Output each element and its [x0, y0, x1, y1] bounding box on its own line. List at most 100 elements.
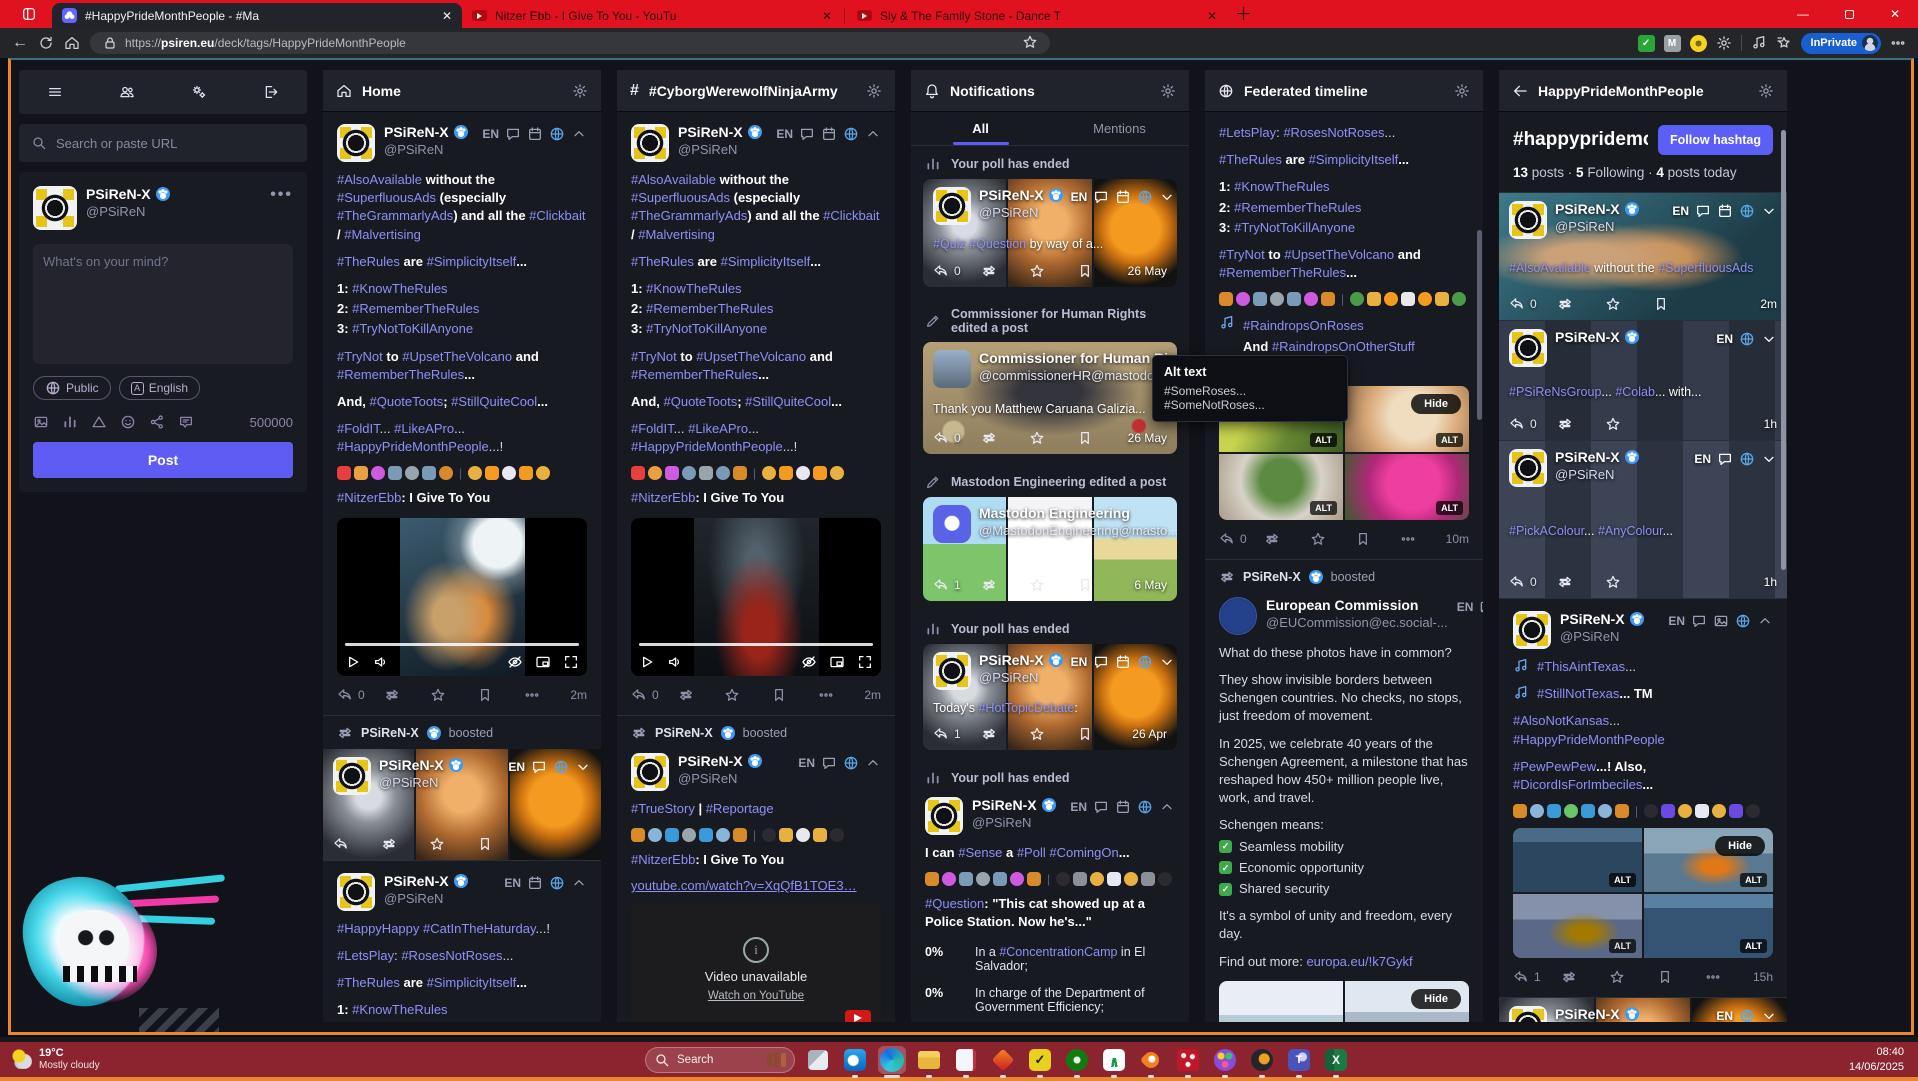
timestamp[interactable]: 2m: [570, 688, 587, 702]
avatar[interactable]: [631, 124, 669, 162]
menu-icon[interactable]: [47, 84, 63, 100]
collections-icon[interactable]: [1776, 35, 1792, 51]
column-scrollbar[interactable]: [1781, 130, 1786, 570]
emoji-picker-icon[interactable]: [120, 414, 136, 430]
post[interactable]: PSiReN-X @PSiReN EN #ThisAintTexas... #S…: [1499, 599, 1787, 999]
alt-badge[interactable]: ALT: [1436, 500, 1463, 515]
hide-media-button[interactable]: Hide: [1411, 988, 1461, 1009]
edge-icon[interactable]: [878, 1045, 906, 1078]
more-button[interactable]: [1705, 969, 1753, 985]
youtube-embed-card[interactable]: i Video unavailable Watch on YouTube: [631, 903, 881, 1022]
more-button[interactable]: [524, 687, 571, 703]
minimize-button[interactable]: —: [1780, 0, 1826, 28]
search-input[interactable]: [56, 135, 295, 151]
paint-app-icon[interactable]: [1211, 1046, 1239, 1078]
start-button[interactable]: [610, 1047, 636, 1073]
favourite-button[interactable]: [1310, 531, 1355, 547]
column-settings-gear-icon[interactable]: [1454, 83, 1470, 99]
extension-yellow-icon[interactable]: [1689, 34, 1707, 52]
content-warning-icon[interactable]: [91, 414, 107, 430]
pip-icon[interactable]: [535, 654, 551, 670]
more-button[interactable]: [818, 687, 865, 703]
favourite-button[interactable]: [1609, 969, 1657, 985]
alt-badge[interactable]: ALT: [1310, 500, 1337, 515]
inprivate-badge[interactable]: InPrivate: [1800, 32, 1881, 54]
taskbar-clock[interactable]: 08:40 14/06/2025: [1849, 1045, 1904, 1074]
volume-icon[interactable]: [373, 654, 389, 670]
share-icon[interactable]: [149, 414, 165, 430]
post[interactable]: PSiReN-X @PSiReN EN #AlsoAvailable witho…: [323, 112, 601, 716]
play-icon[interactable]: [345, 654, 361, 670]
tab-close-icon[interactable]: ✕: [1207, 9, 1217, 23]
poll-option[interactable]: 0% In a #ConcentrationCamp in El Salvador…: [925, 945, 1175, 973]
extension-check-icon[interactable]: ✓: [1637, 34, 1655, 52]
more-button[interactable]: [1400, 531, 1445, 547]
post-collage[interactable]: PSiReN-X EN #PSiReNsGroup... #Colab... w…: [1499, 321, 1787, 441]
tab-youtube-2[interactable]: Sly & The Family Stone - Dance T ✕: [847, 3, 1227, 28]
taskbar-search[interactable]: Search: [645, 1046, 795, 1073]
play-icon[interactable]: [639, 654, 655, 670]
video-player[interactable]: [337, 517, 587, 676]
back-icon[interactable]: ←: [12, 34, 28, 52]
settings-menu-icon[interactable]: [1890, 35, 1906, 51]
display-name[interactable]: PSiReN-X: [384, 124, 468, 140]
browser-essentials-icon[interactable]: [1751, 35, 1767, 51]
post-button[interactable]: Post: [33, 442, 293, 478]
fullscreen-icon[interactable]: [563, 654, 579, 670]
diamond-app-icon[interactable]: [989, 1046, 1017, 1078]
hide-media-button[interactable]: Hide: [1411, 393, 1461, 414]
favourite-button[interactable]: [430, 687, 477, 703]
search-box[interactable]: [19, 124, 307, 162]
post[interactable]: PSiReN-X @PSiReN EN #TrueStory | #Report…: [617, 741, 895, 1022]
collapse-chevron-icon[interactable]: [571, 126, 587, 142]
display-name[interactable]: PSiReN-X: [86, 186, 170, 202]
column-settings-gear-icon[interactable]: [1160, 83, 1176, 99]
bookmark-star-icon[interactable]: [1022, 34, 1038, 53]
avatar[interactable]: [933, 350, 971, 388]
column-settings-gear-icon[interactable]: [866, 83, 882, 99]
people-icon[interactable]: [119, 84, 135, 100]
watch-on-youtube-link[interactable]: Watch on YouTube: [708, 990, 804, 1002]
preferences-gears-icon[interactable]: [191, 84, 207, 100]
fullscreen-icon[interactable]: [857, 654, 873, 670]
favourite-button[interactable]: [429, 836, 477, 852]
boost-button[interactable]: [1561, 969, 1609, 985]
bookmark-button[interactable]: [1355, 531, 1400, 547]
alt-badge[interactable]: ALT: [1310, 432, 1337, 447]
post[interactable]: PSiReN-X @PSiReN EN #HappyHappy #CatInTh…: [323, 861, 601, 1022]
teams-icon[interactable]: T: [1285, 1046, 1313, 1078]
alt-badge[interactable]: ALT: [1609, 873, 1636, 888]
volume-icon[interactable]: [667, 654, 683, 670]
tab-close-icon[interactable]: ✕: [822, 9, 832, 23]
tab-close-icon[interactable]: ✕: [442, 9, 452, 23]
bookmark-button[interactable]: [771, 687, 818, 703]
xbox-icon[interactable]: [1063, 1046, 1091, 1078]
column-settings-gear-icon[interactable]: [1758, 83, 1774, 99]
address-bar[interactable]: https://psiren.eu/deck/tags/HappyPrideMo…: [90, 32, 1050, 54]
language-pill[interactable]: A English: [118, 376, 201, 400]
clock-app-icon[interactable]: [1248, 1046, 1276, 1078]
excel-icon[interactable]: X: [1322, 1046, 1350, 1078]
extensions-puzzle-icon[interactable]: [1716, 35, 1732, 51]
boost-button[interactable]: [384, 687, 431, 703]
tab-all[interactable]: All: [911, 112, 1050, 145]
quote-icon[interactable]: [178, 414, 194, 430]
avatar[interactable]: [333, 756, 371, 795]
hide-media-button[interactable]: Hide: [1715, 836, 1765, 857]
bookmark-button[interactable]: [477, 836, 525, 852]
video-player[interactable]: [631, 517, 881, 676]
post-collage[interactable]: PSiReN-X @PSiReN EN #PickAColour... #AnyC…: [1499, 441, 1787, 599]
notification-post[interactable]: PSiReN-X @PSiReN EN #Quiz #Question by wa…: [923, 179, 1177, 287]
avatar[interactable]: [337, 872, 375, 911]
reply-button[interactable]: [333, 836, 381, 852]
favourite-button[interactable]: [724, 687, 771, 703]
timestamp[interactable]: 2m: [864, 688, 881, 702]
new-tab-button[interactable]: ＋: [1235, 0, 1252, 25]
post-meta-icons[interactable]: EN: [482, 124, 587, 142]
follow-hashtag-button[interactable]: Follow hashtag: [1658, 125, 1773, 155]
boost-button[interactable]: [678, 687, 725, 703]
add-poll-icon[interactable]: [62, 414, 78, 430]
pip-icon[interactable]: [829, 654, 845, 670]
avatar[interactable]: [33, 186, 77, 230]
notification-post[interactable]: Commissioner for Human Rig @commissionerH…: [923, 342, 1177, 454]
